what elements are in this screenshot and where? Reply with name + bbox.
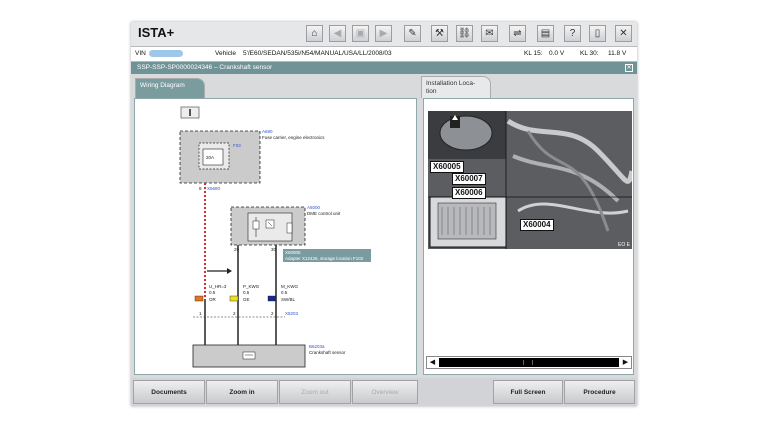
photo-label-x60006: X60006 (452, 187, 486, 199)
pin8-label: 8 (199, 186, 202, 191)
x60005-desc: Adapter X12426, storage location F102 (285, 256, 364, 261)
document-close-icon[interactable]: ✕ (625, 64, 633, 72)
vehicle-label: Vehicle (215, 50, 236, 57)
vin-masked-value (149, 50, 183, 57)
forward-icon[interactable]: ▶ (375, 25, 392, 42)
help-icon[interactable]: ? (564, 25, 581, 42)
app-title: ISTA+ (138, 25, 175, 40)
wire3-color: SW/BL (281, 297, 296, 302)
wire2-size: 0.5 (243, 290, 250, 295)
a6000-id: A6000 (307, 205, 321, 210)
mail-icon[interactable]: ✉ (481, 25, 498, 42)
overview-button[interactable]: Overview (352, 380, 418, 404)
connection-icon[interactable]: ⇌ (509, 25, 526, 42)
title-bar: ISTA+ ⌂ ◀ ▣ ▶ ✎ ⚒ ⛓ ✉ ⇌ ▤? ▯ ✕ (131, 22, 637, 47)
pin2-label: 2 (233, 311, 236, 316)
photo-corner-text: EO E (618, 242, 630, 248)
tab-installation-label-1: Installation Loca- (426, 80, 476, 87)
pin1-label: 1 (199, 311, 202, 316)
document-title: SSP-SSP-SP0000024346 – Crankshaft sensor (137, 64, 273, 71)
wire2-color-swatch (229, 295, 239, 302)
scrollbar-thumb[interactable] (439, 358, 619, 367)
wire2-color: GE (243, 297, 250, 302)
x6680-id: X6680 (207, 186, 221, 191)
wire3-size: 0.5 (281, 290, 288, 295)
photo-label-x60007: X60007 (452, 173, 486, 185)
x8203-id: X8203 (285, 311, 299, 316)
a680-desc: Fuse carrier, engine electronics (262, 135, 325, 140)
sensor-symbol (242, 351, 256, 360)
installation-photo: X60005 X60007 X60006 X60004 EO E (428, 111, 632, 249)
photo-label-x60005: X60005 (430, 161, 464, 173)
wire1-color: OR (209, 297, 217, 302)
back-icon[interactable]: ◀ (329, 25, 346, 42)
kl30-value: 11.8 V (608, 50, 627, 57)
zoom-in-button[interactable]: Zoom in (206, 380, 278, 404)
full-screen-button[interactable]: Full Screen (493, 380, 563, 404)
home-icon[interactable]: ⌂ (306, 25, 323, 42)
tab-installation-label-2: tion (426, 88, 437, 95)
fuse-rating: 20A (206, 155, 214, 160)
vehicle-info-bar: VIN Vehicle 5'/E60/SEDAN/535i/N54/MANUAL… (131, 47, 637, 62)
tab-wiring-diagram[interactable]: Wiring Diagram (135, 78, 205, 98)
scroll-left-icon[interactable]: ◀ (428, 358, 437, 367)
tab-installation-location[interactable]: Installation Loca- tion (421, 76, 491, 98)
wrench-icon[interactable]: ✎ (404, 25, 421, 42)
b6203-id: B6203a (309, 344, 325, 349)
kl30-label: KL 30: (580, 50, 599, 57)
photo-label-x60004: X60004 (520, 219, 554, 231)
wire3-color-swatch (267, 295, 277, 302)
vin-label: VIN (135, 50, 146, 57)
kl15-label: KL 15: (524, 50, 543, 57)
wire1-name: U_HR=3 (209, 284, 227, 289)
a680-id: A680 (262, 129, 273, 134)
wire1-size: 0.5 (209, 290, 216, 295)
installation-location-panel[interactable]: X60005 X60007 X60006 X60004 EO E ◀ ▶ (423, 98, 634, 375)
kl15-value: 0.0 V (549, 50, 565, 57)
wire3-name: M_KWG (281, 284, 299, 289)
a6000-desc: DME control unit (307, 211, 341, 216)
bottom-action-bar: Documents Zoom in Zoom out Overview Full… (131, 378, 637, 406)
tool-icon[interactable]: ⚒ (431, 25, 448, 42)
close-icon[interactable]: ✕ (615, 25, 632, 42)
pin3-label: 2 (271, 311, 274, 316)
wire1-color-swatch (194, 295, 204, 302)
zoom-out-button[interactable]: Zoom out (279, 380, 351, 404)
print-disabled-icon[interactable]: ▣ (352, 25, 369, 42)
photo-horizontal-scrollbar[interactable]: ◀ ▶ (426, 356, 632, 369)
ista-window: ISTA+ ⌂ ◀ ▣ ▶ ✎ ⚒ ⛓ ✉ ⇌ ▤? ▯ ✕ VIN Vehicle 5'/E60/S… (131, 22, 637, 406)
scroll-right-icon[interactable]: ▶ (621, 358, 630, 367)
documents-button[interactable]: Documents (133, 380, 205, 404)
x60005-id: X60005 (285, 250, 301, 255)
wiring-diagram: A680 Fuse carrier, engine electronics F0… (179, 106, 371, 368)
tab-wiring-label: Wiring Diagram (140, 82, 185, 89)
b6203-desc: Crankshaft sensor (309, 350, 346, 355)
vehicle-value: 5'/E60/SEDAN/535i/N54/MANUAL/USA/LL/2008… (243, 50, 392, 57)
wiring-diagram-panel[interactable]: A680 Fuse carrier, engine electronics F0… (134, 98, 417, 375)
procedure-button[interactable]: Procedure (564, 380, 635, 404)
info-icon[interactable]: ▯ (589, 25, 606, 42)
battery-icon[interactable]: ▤ (537, 25, 554, 42)
link-icon[interactable]: ⛓ (456, 25, 473, 42)
document-bar: SSP-SSP-SP0000024346 – Crankshaft sensor… (131, 62, 637, 74)
wire2-name: P_KWG (243, 284, 260, 289)
f03-id: F03 (233, 143, 241, 148)
